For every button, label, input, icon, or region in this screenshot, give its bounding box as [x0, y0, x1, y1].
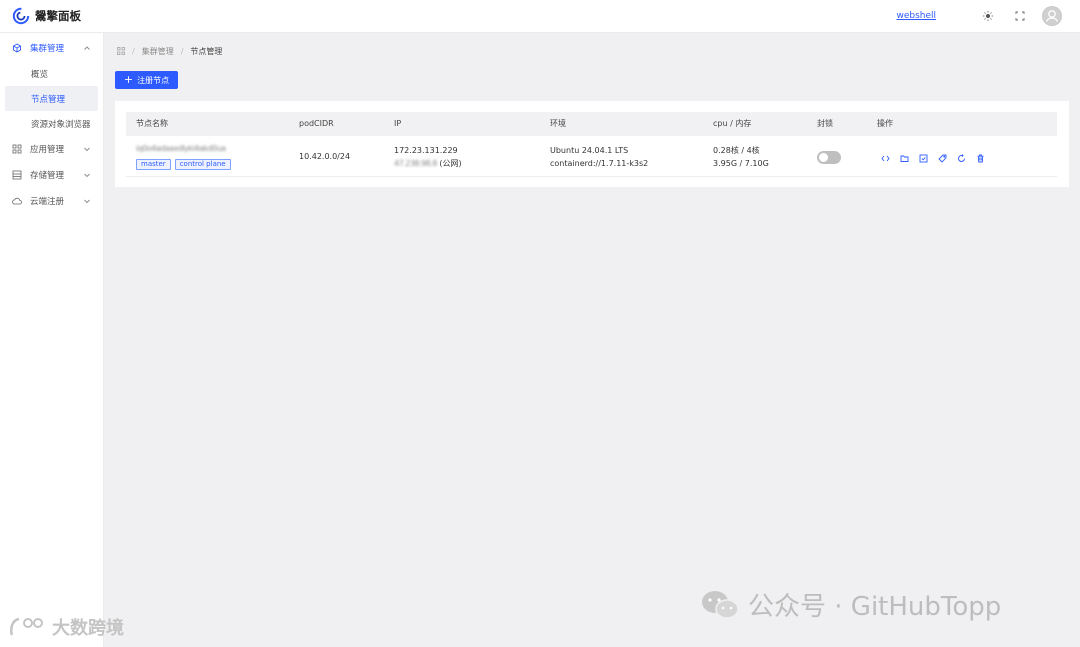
column-header-ip: IP: [394, 119, 402, 128]
sidebar-item-overview[interactable]: 概览: [0, 61, 103, 86]
breadcrumb-separator: /: [180, 47, 184, 56]
sidebar-item-nodes[interactable]: 节点管理: [5, 86, 98, 111]
storage-icon: [12, 170, 22, 180]
node-ip-public: 47.238.98.8 (公网): [394, 158, 462, 170]
sidebar-group-label: 集群管理: [30, 44, 65, 54]
toggle-knob: [819, 153, 828, 162]
grid-icon: [12, 144, 22, 154]
column-header-podcidr: podCIDR: [299, 119, 334, 128]
cordon-toggle[interactable]: [817, 151, 841, 164]
column-header-name: 节点名称: [136, 119, 168, 128]
chevron-down-icon: [84, 173, 90, 178]
breadcrumb: / 集群管理 / 节点管理: [117, 46, 222, 57]
theme-toggle-icon[interactable]: [978, 6, 998, 26]
home-grid-icon[interactable]: [117, 46, 125, 57]
wechat-watermark: 公众号 · GitHubTopp: [700, 586, 1001, 623]
node-name[interactable]: iq0o4adaaxdlyki4akd0ua: [136, 143, 226, 155]
node-tags: master control plane: [136, 158, 235, 170]
app-logo[interactable]: 鬶擎面板: [12, 7, 81, 25]
cloud-icon: [12, 196, 22, 206]
register-node-label: 注册节点: [137, 75, 170, 85]
nodes-table-card: 节点名称 podCIDR IP 环境 cpu / 内存 封锁 操作 iq0o4a…: [115, 101, 1069, 187]
brand-watermark-text: 大数跨境: [52, 618, 124, 639]
sidebar-group-storage[interactable]: 存储管理: [0, 162, 103, 188]
breadcrumb-item-current: 节点管理: [190, 47, 223, 56]
node-env-os: Ubuntu 24.04.1 LTS: [550, 146, 629, 155]
sidebar-group-label: 存储管理: [30, 171, 65, 181]
column-header-cpu-mem: cpu / 内存: [713, 119, 752, 128]
sidebar-group-cloud[interactable]: 云端注册: [0, 188, 103, 214]
brand-logo-icon: [10, 617, 43, 636]
wechat-watermark-text: 公众号 · GitHubTopp: [748, 592, 1002, 622]
row-divider: [126, 176, 1057, 177]
chevron-down-icon: [84, 199, 90, 204]
node-ip-public-suffix: (公网): [439, 159, 462, 168]
sidebar-group-cluster[interactable]: 集群管理: [0, 35, 103, 61]
tag-icon[interactable]: [936, 152, 948, 164]
top-header: 鬶擎面板 webshell: [0, 0, 1080, 33]
app-title: 鬶擎面板: [35, 9, 81, 23]
chevron-up-icon: [84, 46, 90, 50]
tag-control-plane: control plane: [174, 159, 231, 170]
user-avatar[interactable]: [1042, 6, 1062, 26]
plus-icon: +: [123, 73, 134, 86]
sidebar-group-label: 应用管理: [30, 145, 65, 155]
cube-icon: [12, 43, 22, 53]
node-ip-internal: 172.23.131.229: [394, 146, 458, 155]
brand-watermark: 大数跨境: [8, 614, 124, 640]
tag-master: master: [136, 159, 171, 170]
logo-icon: [12, 7, 30, 25]
fullscreen-icon[interactable]: [1010, 6, 1030, 26]
node-cpu: 0.28核 / 4核: [713, 146, 760, 155]
delete-icon[interactable]: [974, 152, 986, 164]
sidebar: 集群管理 概览 节点管理 资源对象浏览器 应用管理 存储管理 云端注册: [0, 33, 104, 647]
terminal-code-icon[interactable]: [879, 152, 891, 164]
column-header-actions: 操作: [877, 119, 893, 128]
row-actions: [879, 152, 986, 164]
register-node-button[interactable]: + 注册节点: [115, 71, 178, 89]
sidebar-item-resource-browser[interactable]: 资源对象浏览器: [0, 111, 103, 136]
webshell-link[interactable]: webshell: [896, 11, 936, 21]
node-memory: 3.95G / 7.10G: [713, 159, 769, 168]
node-ip-public-value: 47.238.98.8: [394, 159, 437, 168]
table-header: 节点名称 podCIDR IP 环境 cpu / 内存 封锁 操作: [126, 112, 1057, 136]
column-header-cordon: 封锁: [817, 119, 833, 128]
wechat-icon: [702, 590, 739, 619]
refresh-icon[interactable]: [955, 152, 967, 164]
folder-icon[interactable]: [898, 152, 910, 164]
column-header-env: 环境: [550, 119, 566, 128]
sidebar-group-apps[interactable]: 应用管理: [0, 136, 103, 162]
breadcrumb-separator: /: [132, 47, 135, 56]
sidebar-group-label: 云端注册: [30, 197, 65, 207]
node-env-runtime: containerd://1.7.11-k3s2: [550, 159, 649, 168]
node-podcidr: 10.42.0.0/24: [299, 152, 351, 161]
monitor-check-icon[interactable]: [917, 152, 929, 164]
breadcrumb-item-cluster[interactable]: 集群管理: [142, 46, 174, 57]
chevron-down-icon: [84, 147, 90, 152]
